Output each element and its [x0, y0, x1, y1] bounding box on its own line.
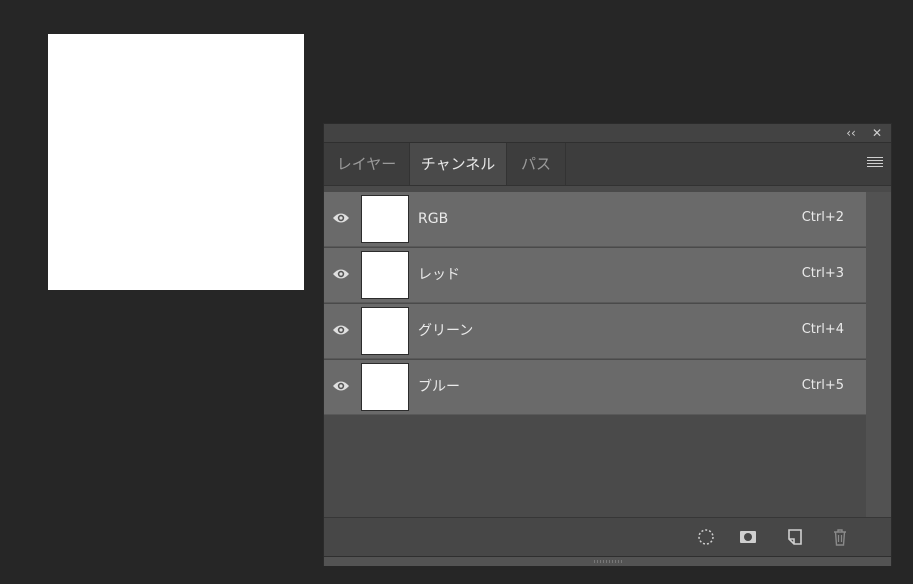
channel-thumbnail [361, 307, 409, 355]
channel-row-blue[interactable]: ブルー Ctrl+5 [324, 360, 866, 415]
delete-channel-icon[interactable] [830, 527, 850, 547]
save-selection-icon[interactable] [738, 527, 758, 547]
channel-shortcut: Ctrl+2 [801, 210, 844, 225]
channel-thumbnail [361, 251, 409, 299]
document-canvas[interactable] [48, 34, 304, 290]
eye-icon[interactable] [332, 211, 350, 225]
channel-name: RGB [418, 211, 449, 227]
eye-icon[interactable] [332, 267, 350, 281]
channel-row-rgb[interactable]: RGB Ctrl+2 [324, 192, 866, 247]
channel-shortcut: Ctrl+5 [801, 378, 844, 393]
channel-row-green[interactable]: グリーン Ctrl+4 [324, 304, 866, 359]
grip-dots [594, 560, 622, 563]
hamburger-menu-icon[interactable] [867, 157, 883, 169]
tab-channels[interactable]: チャンネル [410, 143, 507, 185]
channel-list: RGB Ctrl+2 レッド Ctrl+3 グリーン Ctrl+4 ブルー Ct… [324, 192, 866, 416]
channels-panel: ‹‹ ✕ レイヤー チャンネル パス RGB Ctrl+2 レッド Ctrl+3… [323, 123, 892, 566]
eye-icon[interactable] [332, 323, 350, 337]
tab-paths[interactable]: パス [507, 143, 566, 185]
panel-titlebar: ‹‹ ✕ [324, 124, 891, 143]
channel-thumbnail [361, 363, 409, 411]
panel-footer [324, 517, 891, 556]
load-selection-icon[interactable] [696, 527, 716, 547]
scrollbar[interactable] [866, 192, 891, 517]
channel-thumbnail [361, 195, 409, 243]
resize-grip[interactable] [324, 556, 891, 566]
channel-row-red[interactable]: レッド Ctrl+3 [324, 248, 866, 303]
tab-bar: レイヤー チャンネル パス [324, 143, 891, 186]
new-channel-icon[interactable] [785, 527, 805, 547]
collapse-icon[interactable]: ‹‹ [843, 125, 859, 141]
tab-layers[interactable]: レイヤー [324, 143, 410, 185]
channel-shortcut: Ctrl+3 [801, 266, 844, 281]
channel-name: レッド [418, 267, 460, 283]
close-icon[interactable]: ✕ [869, 125, 885, 141]
eye-icon[interactable] [332, 379, 350, 393]
channel-shortcut: Ctrl+4 [801, 322, 844, 337]
channel-name: ブルー [418, 379, 460, 395]
channel-name: グリーン [418, 323, 474, 339]
